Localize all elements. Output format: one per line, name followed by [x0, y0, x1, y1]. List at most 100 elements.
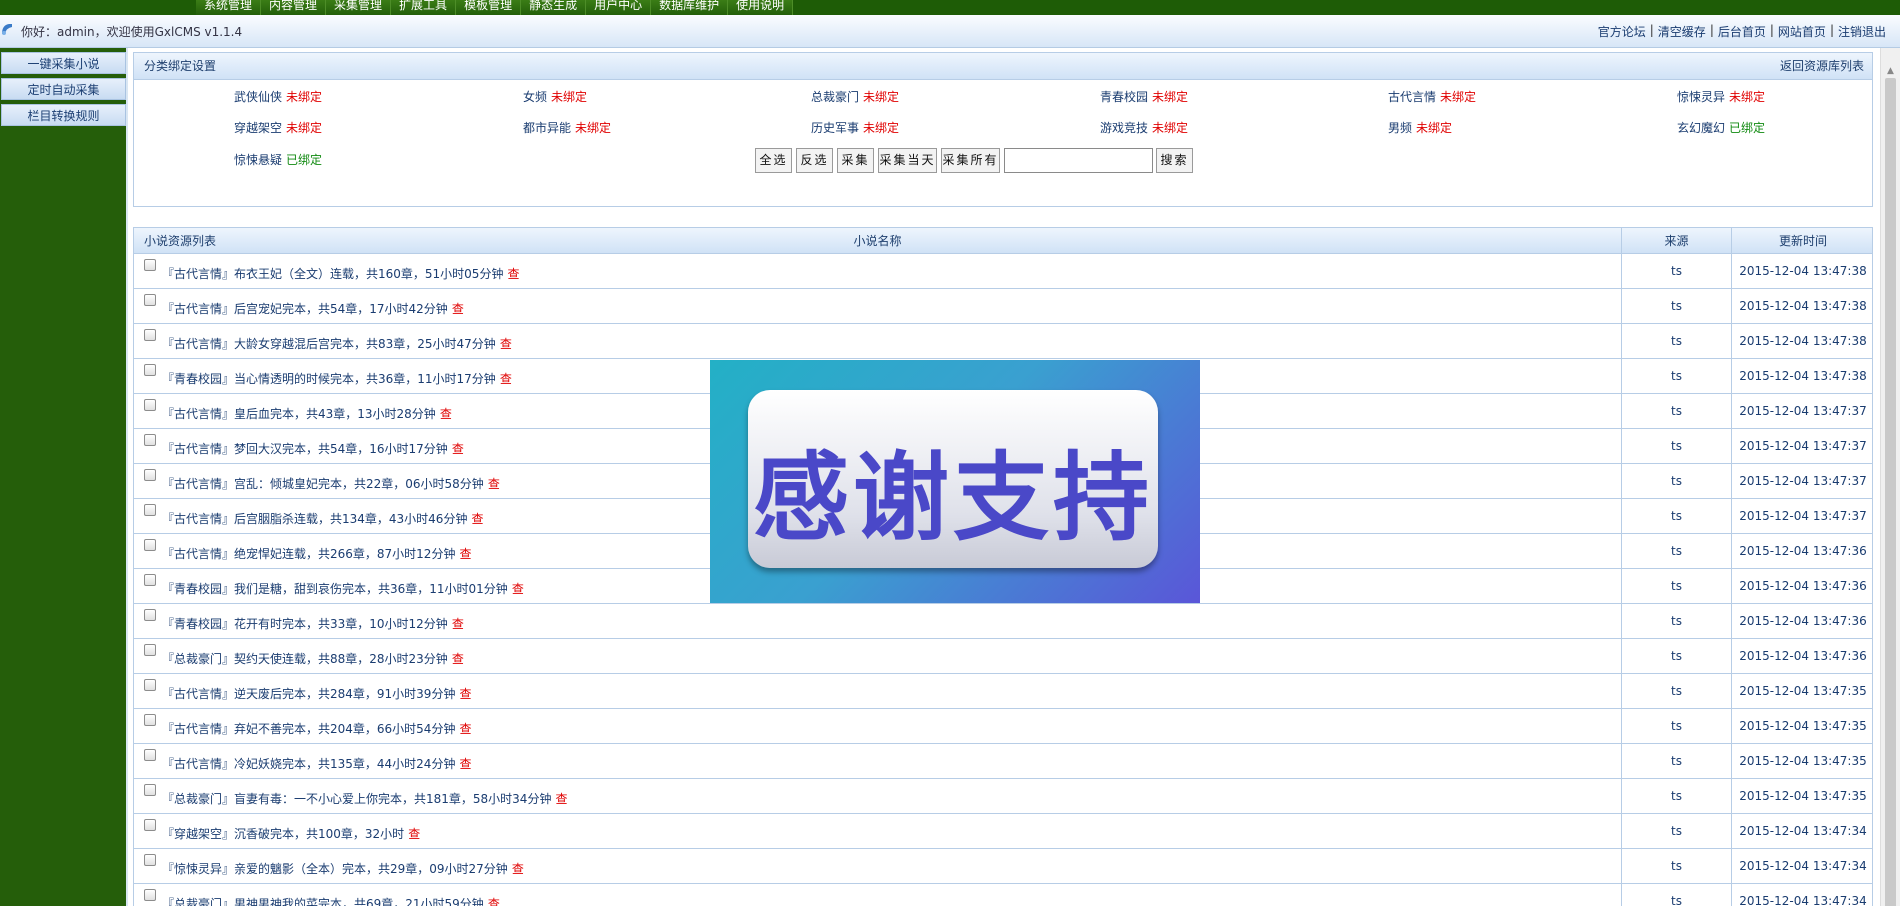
row-checkbox[interactable] — [144, 609, 156, 621]
novel-title-link[interactable]: 『古代言情』皇后血完本，共43章，13小时28分钟查 — [162, 405, 452, 422]
header-link-0[interactable]: 官方论坛 — [1598, 23, 1646, 40]
view-link[interactable]: 查 — [408, 827, 420, 841]
row-checkbox[interactable] — [144, 399, 156, 411]
binding-status[interactable]: 未绑定 — [286, 90, 322, 104]
novel-title-text[interactable]: 『古代言情』宫乱：倾城皇妃完本，共22章，06小时58分钟 — [162, 477, 484, 491]
nav-item-3[interactable]: 扩展工具 — [391, 0, 457, 15]
row-checkbox[interactable] — [144, 434, 156, 446]
novel-title-text[interactable]: 『总裁豪门』契约天使连载，共88章，28小时23分钟 — [162, 652, 448, 666]
nav-item-5[interactable]: 静态生成 — [521, 0, 587, 15]
category-name[interactable]: 古代言情 — [1388, 90, 1436, 104]
novel-title-link[interactable]: 『古代言情』大龄女穿越混后宫完本，共83章，25小时47分钟查 — [162, 335, 512, 352]
novel-title-text[interactable]: 『古代言情』皇后血完本，共43章，13小时28分钟 — [162, 407, 436, 421]
binding-status[interactable]: 未绑定 — [1152, 121, 1188, 135]
nav-item-6[interactable]: 用户中心 — [586, 0, 652, 15]
novel-title-link[interactable]: 『古代言情』后宫宠妃完本，共54章，17小时42分钟查 — [162, 300, 464, 317]
novel-title-link[interactable]: 『古代言情』梦回大汉完本，共54章，16小时17分钟查 — [162, 440, 464, 457]
view-link[interactable]: 查 — [452, 617, 464, 631]
novel-title-text[interactable]: 『穿越架空』沉香破完本，共100章，32小时 — [162, 827, 404, 841]
view-link[interactable]: 查 — [459, 722, 471, 736]
novel-title-text[interactable]: 『青春校园』当心情透明的时候完本，共36章，11小时17分钟 — [162, 372, 496, 386]
search-button[interactable]: 搜索 — [1156, 148, 1193, 173]
view-link[interactable]: 查 — [459, 547, 471, 561]
novel-title-link[interactable]: 『总裁豪门』契约天使连载，共88章，28小时23分钟查 — [162, 650, 464, 667]
novel-title-text[interactable]: 『古代言情』后宫宠妃完本，共54章，17小时42分钟 — [162, 302, 448, 316]
row-checkbox[interactable] — [144, 679, 156, 691]
row-checkbox[interactable] — [144, 259, 156, 271]
select-all-button[interactable]: 全选 — [755, 148, 792, 173]
novel-title-link[interactable]: 『古代言情』宫乱：倾城皇妃完本，共22章，06小时58分钟查 — [162, 475, 500, 492]
header-link-4[interactable]: 注销退出 — [1838, 23, 1886, 40]
nav-item-8[interactable]: 使用说明 — [728, 0, 794, 15]
nav-item-7[interactable]: 数据库维护 — [651, 0, 729, 15]
header-link-1[interactable]: 清空缓存 — [1658, 23, 1706, 40]
novel-title-text[interactable]: 『惊悚灵异』亲爱的魑影（全本）完本，共29章，09小时27分钟 — [162, 862, 508, 876]
view-link[interactable]: 查 — [488, 897, 500, 906]
row-checkbox[interactable] — [144, 364, 156, 376]
binding-status[interactable]: 未绑定 — [1440, 90, 1476, 104]
view-link[interactable]: 查 — [459, 687, 471, 701]
row-checkbox[interactable] — [144, 574, 156, 586]
view-link[interactable]: 查 — [452, 442, 464, 456]
view-link[interactable]: 查 — [500, 372, 512, 386]
category-name[interactable]: 女频 — [523, 90, 547, 104]
novel-title-text[interactable]: 『古代言情』弃妃不善完本，共204章，66小时54分钟 — [162, 722, 455, 736]
novel-title-link[interactable]: 『青春校园』花开有时完本，共33章，10小时12分钟查 — [162, 615, 464, 632]
row-checkbox[interactable] — [144, 644, 156, 656]
header-link-3[interactable]: 网站首页 — [1778, 23, 1826, 40]
search-input[interactable] — [1004, 148, 1153, 173]
novel-title-text[interactable]: 『古代言情』布衣王妃（全文）连载，共160章，51小时05分钟 — [162, 267, 503, 281]
category-name[interactable]: 男频 — [1388, 121, 1412, 135]
binding-status[interactable]: 未绑定 — [863, 90, 899, 104]
row-checkbox[interactable] — [144, 749, 156, 761]
binding-status[interactable]: 未绑定 — [286, 121, 322, 135]
row-checkbox[interactable] — [144, 504, 156, 516]
novel-title-link[interactable]: 『青春校园』我们是糖，甜到哀伤完本，共36章，11小时01分钟查 — [162, 580, 524, 597]
binding-status[interactable]: 未绑定 — [863, 121, 899, 135]
category-name[interactable]: 武侠仙侠 — [234, 90, 282, 104]
binding-status[interactable]: 未绑定 — [1152, 90, 1188, 104]
row-checkbox[interactable] — [144, 469, 156, 481]
sidebar-item-1[interactable]: 定时自动采集 — [1, 78, 126, 100]
binding-status[interactable]: 未绑定 — [575, 121, 611, 135]
novel-title-text[interactable]: 『古代言情』大龄女穿越混后宫完本，共83章，25小时47分钟 — [162, 337, 496, 351]
collect-all-button[interactable]: 采集所有 — [941, 148, 1000, 173]
novel-title-link[interactable]: 『古代言情』弃妃不善完本，共204章，66小时54分钟查 — [162, 720, 471, 737]
binding-status[interactable]: 未绑定 — [1416, 121, 1452, 135]
page-scrollbar[interactable]: ▲ — [1880, 48, 1900, 906]
novel-title-link[interactable]: 『古代言情』后宫胭脂杀连载，共134章，43小时46分钟查 — [162, 510, 483, 527]
view-link[interactable]: 查 — [459, 757, 471, 771]
novel-title-text[interactable]: 『总裁豪门』男神男神我的菜完本，共69章，21小时59分钟 — [162, 897, 484, 906]
novel-title-link[interactable]: 『古代言情』冷妃妖娆完本，共135章，44小时24分钟查 — [162, 755, 471, 772]
row-checkbox[interactable] — [144, 294, 156, 306]
novel-title-text[interactable]: 『古代言情』冷妃妖娆完本，共135章，44小时24分钟 — [162, 757, 455, 771]
collect-button[interactable]: 采集 — [837, 148, 874, 173]
binding-status[interactable]: 未绑定 — [551, 90, 587, 104]
novel-title-text[interactable]: 『古代言情』梦回大汉完本，共54章，16小时17分钟 — [162, 442, 448, 456]
novel-title-link[interactable]: 『惊悚灵异』亲爱的魑影（全本）完本，共29章，09小时27分钟查 — [162, 860, 524, 877]
row-checkbox[interactable] — [144, 329, 156, 341]
header-link-2[interactable]: 后台首页 — [1718, 23, 1766, 40]
view-link[interactable]: 查 — [440, 407, 452, 421]
view-link[interactable]: 查 — [512, 862, 524, 876]
novel-title-text[interactable]: 『古代言情』后宫胭脂杀连载，共134章，43小时46分钟 — [162, 512, 467, 526]
row-checkbox[interactable] — [144, 714, 156, 726]
row-checkbox[interactable] — [144, 819, 156, 831]
category-name[interactable]: 玄幻魔幻 — [1677, 121, 1725, 135]
category-name[interactable]: 总裁豪门 — [811, 90, 859, 104]
invert-selection-button[interactable]: 反选 — [796, 148, 833, 173]
view-link[interactable]: 查 — [512, 582, 524, 596]
sidebar-item-0[interactable]: 一键采集小说 — [1, 52, 126, 74]
scrollbar-thumb[interactable] — [1885, 78, 1896, 906]
binding-status[interactable]: 未绑定 — [1729, 90, 1765, 104]
novel-title-text[interactable]: 『古代言情』绝宠悍妃连载，共266章，87小时12分钟 — [162, 547, 455, 561]
novel-title-link[interactable]: 『总裁豪门』男神男神我的菜完本，共69章，21小时59分钟查 — [162, 895, 500, 906]
view-link[interactable]: 查 — [488, 477, 500, 491]
nav-item-4[interactable]: 模板管理 — [456, 0, 522, 15]
category-name[interactable]: 青春校园 — [1100, 90, 1148, 104]
row-checkbox[interactable] — [144, 784, 156, 796]
nav-item-1[interactable]: 内容管理 — [261, 0, 327, 15]
novel-title-link[interactable]: 『古代言情』布衣王妃（全文）连载，共160章，51小时05分钟查 — [162, 265, 519, 282]
novel-title-text[interactable]: 『总裁豪门』盲妻有毒：一不小心爱上你完本，共181章，58小时34分钟 — [162, 792, 551, 806]
view-link[interactable]: 查 — [507, 267, 519, 281]
